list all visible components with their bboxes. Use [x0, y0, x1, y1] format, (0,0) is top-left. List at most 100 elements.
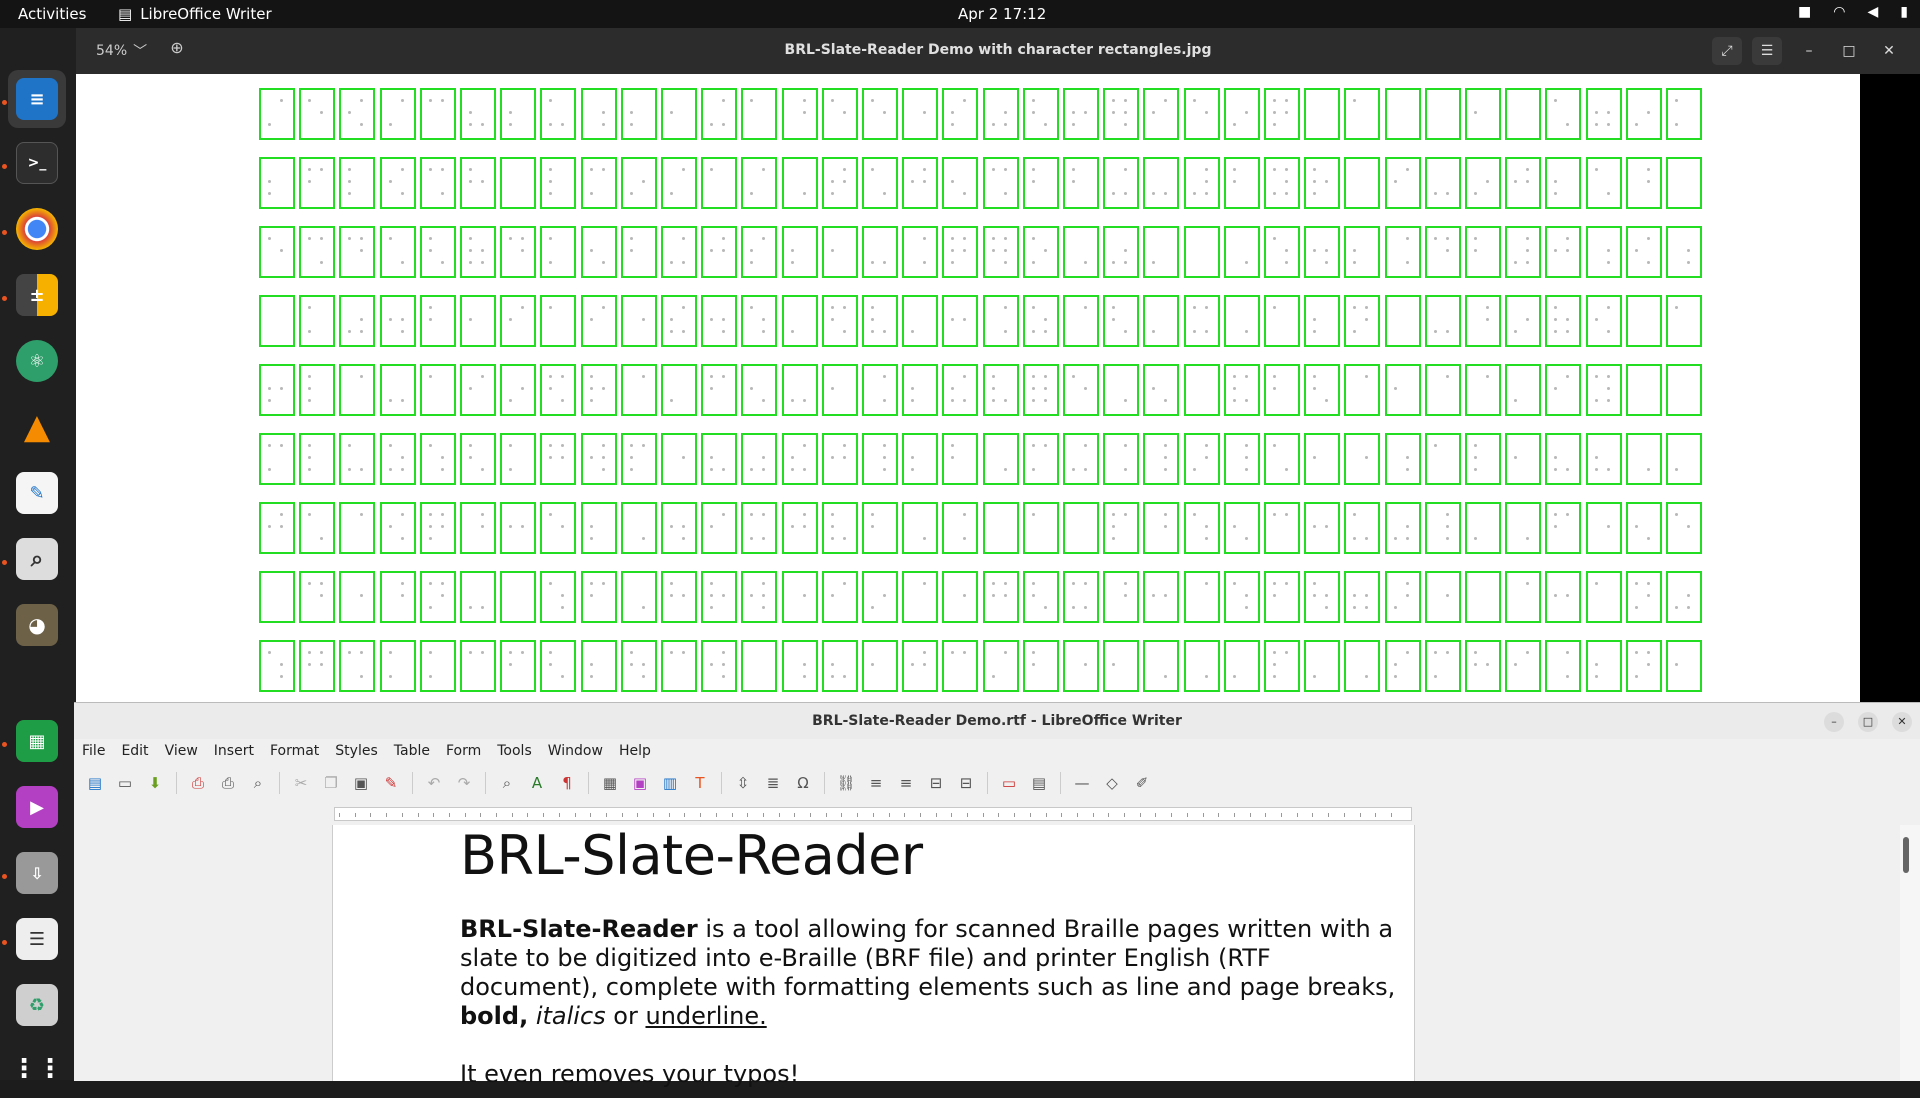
braille-dot: [1285, 111, 1288, 114]
dock-gimp[interactable]: ◕: [8, 596, 66, 654]
new-document-icon[interactable]: ▤: [82, 770, 108, 796]
undo-icon[interactable]: ↶: [421, 770, 447, 796]
footnote-icon[interactable]: ≡: [863, 770, 889, 796]
document-content[interactable]: BRL-Slate-Reader BRL-Slate-Reader is a t…: [460, 825, 1400, 1089]
braille-dot: [469, 168, 472, 171]
menu-table[interactable]: Table: [386, 739, 438, 765]
dock-text-editor[interactable]: ✎: [8, 464, 66, 522]
print-icon[interactable]: ⎙: [215, 770, 241, 796]
dock-atom[interactable]: ⚛: [8, 332, 66, 390]
basic-shapes-icon[interactable]: ◇: [1099, 770, 1125, 796]
character-rectangle: [1425, 364, 1461, 416]
spelling-icon[interactable]: A: [524, 770, 550, 796]
menu-form[interactable]: Form: [438, 739, 489, 765]
page-break-icon[interactable]: ⇳: [730, 770, 756, 796]
hyperlink-icon[interactable]: ⛓: [833, 770, 859, 796]
horizontal-ruler[interactable]: [334, 807, 1412, 821]
character-rectangle: [1465, 571, 1501, 623]
export-pdf-icon[interactable]: ⎙: [185, 770, 211, 796]
dock-reader[interactable]: ☰: [8, 910, 66, 968]
writer-minimize-button[interactable]: –: [1824, 712, 1844, 732]
braille-dot: [762, 594, 765, 597]
paste-icon[interactable]: ▣: [348, 770, 374, 796]
minimize-button[interactable]: –: [1794, 37, 1824, 65]
menu-button[interactable]: ☰: [1752, 37, 1782, 65]
dock-calc[interactable]: ▦: [8, 712, 66, 770]
redo-icon[interactable]: ↷: [451, 770, 477, 796]
ruler-tick: [1265, 813, 1267, 817]
insert-image-icon[interactable]: ▣: [627, 770, 653, 796]
menu-view[interactable]: View: [157, 739, 206, 765]
character-rectangle: [1385, 364, 1421, 416]
draw-icon[interactable]: ✐: [1129, 770, 1155, 796]
dock-terminal[interactable]: >_: [8, 134, 66, 192]
braille-dot: [803, 192, 806, 195]
menu-help[interactable]: Help: [611, 739, 659, 765]
document-page[interactable]: BRL-Slate-Reader BRL-Slate-Reader is a t…: [332, 825, 1415, 1088]
character-rectangle: [1304, 571, 1340, 623]
dock-usb[interactable]: ⇩: [8, 844, 66, 902]
cross-reference-icon[interactable]: ⊟: [953, 770, 979, 796]
fullscreen-button[interactable]: ⤢: [1712, 37, 1742, 65]
dock-vlc[interactable]: ▲: [8, 398, 66, 456]
menu-insert[interactable]: Insert: [206, 739, 262, 765]
bookmark-icon[interactable]: ⊟: [923, 770, 949, 796]
toolbar-separator: [412, 772, 413, 794]
clone-formatting-icon[interactable]: ✎: [378, 770, 404, 796]
copy-icon[interactable]: ❐: [318, 770, 344, 796]
insert-chart-icon[interactable]: ▥: [657, 770, 683, 796]
menu-edit[interactable]: Edit: [113, 739, 156, 765]
braille-dot: [670, 261, 673, 264]
close-button[interactable]: ✕: [1874, 37, 1904, 65]
braille-dot: [602, 444, 605, 447]
character-rectangle: [661, 295, 697, 347]
track-changes-icon[interactable]: ▤: [1026, 770, 1052, 796]
cut-icon[interactable]: ✂: [288, 770, 314, 796]
character-rectangle: [741, 88, 777, 140]
dock-trash[interactable]: ♻: [8, 976, 66, 1034]
dock-image-viewer[interactable]: ⌕: [8, 530, 66, 588]
save-icon[interactable]: ⬇: [142, 770, 168, 796]
insert-field-icon[interactable]: ≣: [760, 770, 786, 796]
open-folder-icon[interactable]: ▭: [112, 770, 138, 796]
braille-dot: [722, 318, 725, 321]
braille-dot: [963, 375, 966, 378]
dock-chrome[interactable]: [8, 200, 66, 258]
braille-dot: [722, 249, 725, 252]
activities-button[interactable]: Activities: [18, 5, 86, 23]
clock[interactable]: Apr 2 17:12: [958, 5, 1046, 23]
dock-impress[interactable]: ▶: [8, 778, 66, 836]
find-replace-icon[interactable]: ⌕: [494, 770, 520, 796]
maximize-button[interactable]: □: [1834, 37, 1864, 65]
insert-table-icon[interactable]: ▦: [597, 770, 623, 796]
writer-maximize-button[interactable]: □: [1858, 712, 1878, 732]
insert-textbox-icon[interactable]: T: [687, 770, 713, 796]
dock-writer[interactable]: ≡: [8, 70, 66, 128]
menu-styles[interactable]: Styles: [327, 739, 385, 765]
braille-dot: [750, 99, 753, 102]
endnote-icon[interactable]: ≡: [893, 770, 919, 796]
app-menu[interactable]: ▤ LibreOffice Writer: [118, 5, 272, 23]
braille-dot: [1687, 606, 1690, 609]
braille-dot: [722, 375, 725, 378]
print-preview-icon[interactable]: ⌕: [245, 770, 271, 796]
image-canvas[interactable]: [76, 74, 1860, 704]
menu-format[interactable]: Format: [262, 739, 327, 765]
character-rectangle: [822, 433, 858, 485]
menu-window[interactable]: Window: [540, 739, 611, 765]
braille-dot: [1084, 261, 1087, 264]
formatting-marks-icon[interactable]: ¶: [554, 770, 580, 796]
dock-calculator[interactable]: ±: [8, 266, 66, 324]
menu-file[interactable]: File: [74, 739, 113, 765]
dock-show-apps[interactable]: ⋮⋮: [8, 1040, 66, 1098]
running-indicator: [2, 164, 7, 169]
braille-dot: [561, 594, 564, 597]
special-character-icon[interactable]: Ω: [790, 770, 816, 796]
comment-icon[interactable]: ▭: [996, 770, 1022, 796]
scrollbar-thumb[interactable]: [1903, 837, 1909, 873]
writer-close-button[interactable]: ✕: [1892, 712, 1912, 732]
system-tray[interactable]: ■ ◠ ◀ ▮: [1798, 4, 1908, 20]
menu-tools[interactable]: Tools: [489, 739, 540, 765]
character-rectangle: [782, 502, 818, 554]
insert-line-icon[interactable]: —: [1069, 770, 1095, 796]
